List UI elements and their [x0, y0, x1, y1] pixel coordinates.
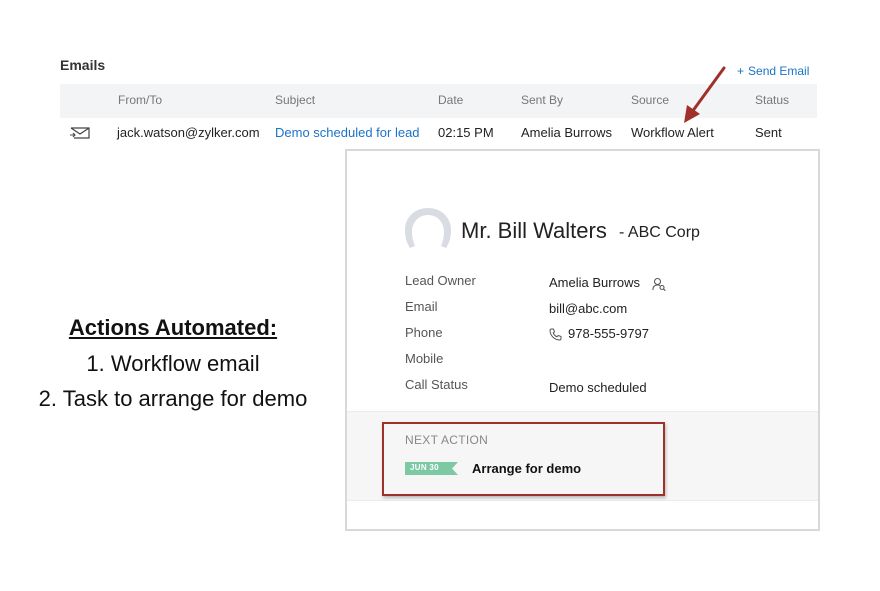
- field-label-call-status: Call Status: [405, 377, 468, 392]
- phone-icon: [549, 328, 562, 341]
- column-header-subject[interactable]: Subject: [275, 93, 315, 107]
- column-header-sent-by[interactable]: Sent By: [521, 93, 563, 107]
- column-header-date[interactable]: Date: [438, 93, 463, 107]
- email-source: Workflow Alert: [631, 125, 714, 140]
- actions-automated-title: Actions Automated:: [68, 315, 278, 340]
- column-header-from-to[interactable]: From/To: [118, 93, 162, 107]
- action-item-task: 2. Task to arrange for demo: [38, 386, 308, 411]
- plus-icon: +: [737, 64, 745, 78]
- lead-owner-name: Amelia Burrows: [549, 275, 641, 290]
- field-value-phone[interactable]: 978-555-9797: [549, 326, 649, 341]
- emails-section-title: Emails: [60, 57, 106, 73]
- field-value-email[interactable]: bill@abc.com: [549, 301, 627, 316]
- lead-company: - ABC Corp: [619, 224, 700, 241]
- field-value-call-status: Demo scheduled: [549, 380, 647, 395]
- email-sent-by: Amelia Burrows: [521, 125, 613, 140]
- date-tag-text: JUN 30: [410, 463, 439, 472]
- annotation-arrow-icon: [684, 66, 726, 123]
- user-search-icon[interactable]: [651, 277, 666, 291]
- email-date: 02:15 PM: [438, 125, 494, 140]
- next-action-task[interactable]: Arrange for demo: [472, 461, 581, 476]
- field-label-mobile: Mobile: [405, 351, 444, 366]
- email-status: Sent: [755, 125, 782, 140]
- field-label-email: Email: [405, 299, 438, 314]
- column-header-source[interactable]: Source: [631, 93, 669, 107]
- phone-number: 978-555-9797: [568, 326, 649, 341]
- send-email-link[interactable]: + Send Email: [737, 64, 809, 78]
- avatar-icon: [405, 208, 451, 248]
- email-from-to: jack.watson@zylker.com: [117, 125, 260, 140]
- next-action-label: NEXT ACTION: [405, 433, 489, 447]
- email-subject-link[interactable]: Demo scheduled for lead: [275, 125, 420, 140]
- lead-name: Mr. Bill Walters: [461, 218, 607, 243]
- action-item-workflow-email: 1. Workflow email: [86, 351, 260, 376]
- field-label-phone: Phone: [405, 325, 443, 340]
- send-email-label: Send Email: [748, 64, 810, 78]
- field-label-lead-owner: Lead Owner: [405, 273, 476, 288]
- mail-icon: [70, 127, 90, 139]
- field-value-lead-owner: Amelia Burrows: [549, 275, 666, 291]
- column-header-status[interactable]: Status: [755, 93, 789, 107]
